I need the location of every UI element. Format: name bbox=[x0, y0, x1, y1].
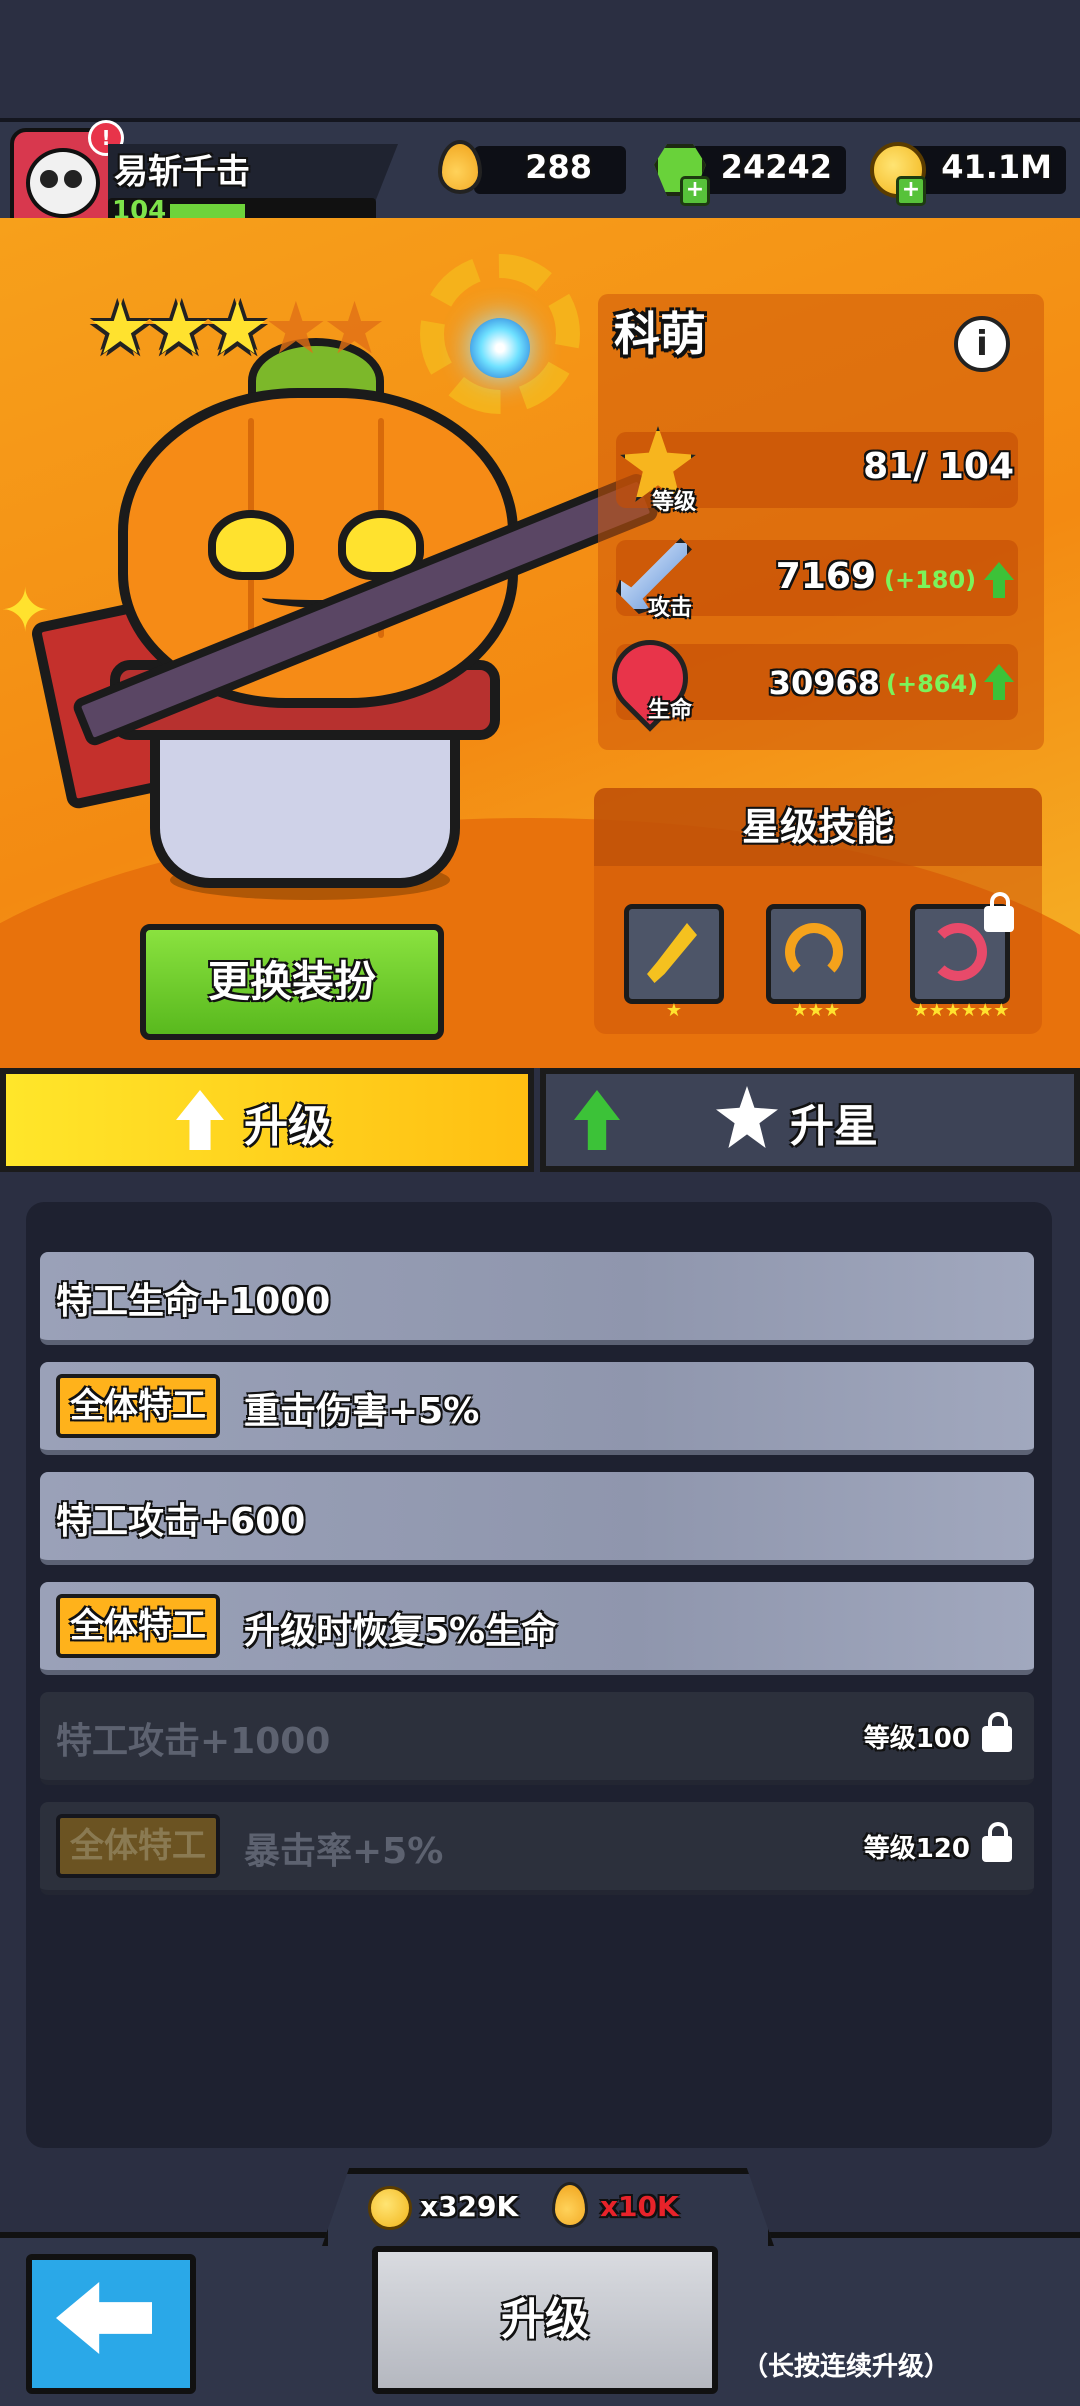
stat-attack-value: 7169 bbox=[775, 556, 876, 597]
unlock-requirement: 等级120 bbox=[863, 1834, 970, 1864]
info-icon[interactable]: i bbox=[954, 316, 1010, 372]
sword-plus-skill-icon bbox=[647, 923, 697, 983]
long-press-hint: （长按连续升级） bbox=[742, 2352, 951, 2382]
skill-2-stars: ★★★ bbox=[791, 1000, 841, 1021]
lock-icon bbox=[982, 1712, 1012, 1752]
upgrade-row: 全体特工 升级时恢复5%生命 bbox=[40, 1582, 1034, 1675]
tab-star-up-label: 升星 bbox=[790, 1101, 878, 1152]
stat-life-tag: 生命 bbox=[648, 698, 693, 723]
upgrade-row: 特工攻击+600 bbox=[40, 1472, 1034, 1565]
upgrade-row-locked: 特工攻击+1000 等级100 bbox=[40, 1692, 1034, 1785]
stat-life-value: 30968 bbox=[768, 664, 880, 702]
upgrade-row-locked: 全体特工 暴击率+5% 等级120 bbox=[40, 1802, 1034, 1895]
tab-upgrade-label: 升级 bbox=[244, 1101, 332, 1152]
hero-name: 科萌 bbox=[614, 307, 706, 361]
star-filled-icon: ★ bbox=[146, 286, 212, 370]
all-agents-tag: 全体特工 bbox=[56, 1374, 220, 1438]
bow-plus-skill-icon bbox=[785, 923, 843, 981]
star-filled-icon: ★ bbox=[205, 286, 270, 370]
skill-slot-1[interactable] bbox=[624, 904, 724, 1004]
coin-cost: x329K bbox=[420, 2190, 519, 2223]
swirl-skill-icon bbox=[929, 923, 987, 981]
stat-life-bonus: (+864) bbox=[886, 670, 979, 698]
currency-gems-value: 24242 bbox=[720, 148, 832, 186]
upgrade-row-text: 特工生命+1000 bbox=[56, 1281, 331, 1322]
lightning-orb-icon bbox=[470, 318, 530, 378]
star-empty-icon: ★ bbox=[322, 286, 387, 370]
unlock-requirement: 等级100 bbox=[863, 1724, 970, 1754]
add-coins-icon[interactable]: + bbox=[896, 176, 926, 206]
all-agents-tag: 全体特工 bbox=[56, 1594, 220, 1658]
stat-attack-tag: 攻击 bbox=[648, 596, 693, 621]
stat-attack-bonus: (+180) bbox=[884, 566, 977, 594]
upgrade-row: 特工生命+1000 bbox=[40, 1252, 1034, 1345]
currency-drops-value: 288 bbox=[525, 148, 592, 186]
upgrade-row-text: 特工攻击+600 bbox=[56, 1501, 306, 1542]
star-filled-icon: ★ bbox=[88, 286, 153, 370]
upgrade-row-text: 重击伤害+5% bbox=[244, 1391, 480, 1432]
change-outfit-button[interactable]: 更换装扮 bbox=[140, 924, 444, 1040]
skill-lock-icon bbox=[984, 892, 1014, 932]
stat-level-value: 81/ 104 bbox=[863, 446, 1014, 487]
upgrade-row-text: 暴击率+5% bbox=[244, 1831, 444, 1872]
star-skills-title: 星级技能 bbox=[594, 788, 1042, 866]
all-agents-tag: 全体特工 bbox=[56, 1814, 220, 1878]
lock-icon bbox=[982, 1822, 1012, 1862]
star-empty-icon: ★ bbox=[263, 286, 329, 370]
upgrade-row: 全体特工 重击伤害+5% bbox=[40, 1362, 1034, 1455]
gold-drop-icon bbox=[552, 2182, 588, 2228]
upgrade-row-text: 升级时恢复5%生命 bbox=[244, 1611, 558, 1652]
panda-avatar-icon bbox=[26, 148, 100, 218]
hero-star-rating: ★★★★★ bbox=[88, 286, 387, 370]
skill-3-stars: ★★★★★★ bbox=[912, 1000, 1010, 1021]
upgrade-button[interactable]: 升级 bbox=[372, 2246, 718, 2394]
stat-level-tag: 等级 bbox=[652, 490, 697, 515]
skill-1-stars: ★ bbox=[665, 1000, 683, 1021]
drop-cost: x10K bbox=[600, 2190, 679, 2223]
upgrade-row-text: 特工攻击+1000 bbox=[56, 1721, 331, 1762]
currency-coins-value: 41.1M bbox=[941, 148, 1052, 186]
player-name: 易斩千击 bbox=[114, 152, 250, 192]
skill-slot-2[interactable] bbox=[766, 904, 866, 1004]
gold-coin-icon bbox=[368, 2186, 412, 2230]
